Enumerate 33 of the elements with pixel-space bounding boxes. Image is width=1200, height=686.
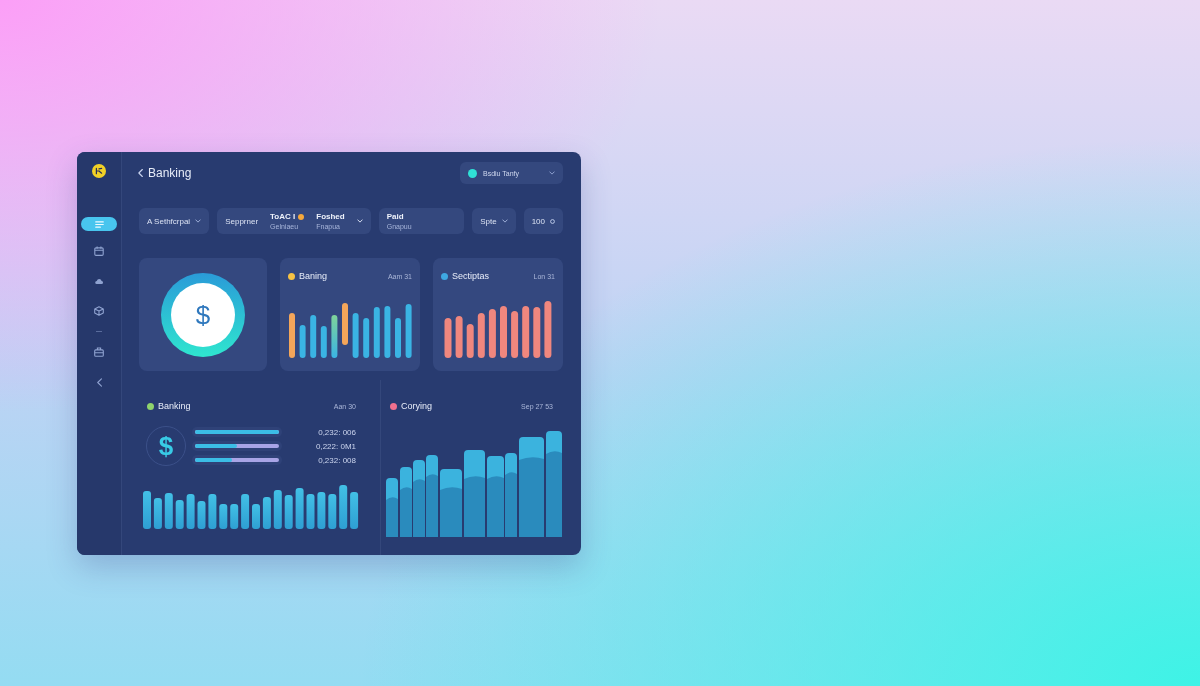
chevron-left-icon	[137, 169, 143, 177]
chevron-down-icon	[501, 219, 508, 223]
list-icon	[94, 220, 104, 228]
filter-value: ToAC I	[270, 211, 296, 222]
card-title: Banking	[158, 401, 191, 411]
chevron-down-icon	[549, 171, 555, 175]
calendar-icon	[94, 246, 104, 256]
dollar-sign: $	[195, 301, 211, 328]
reading-text: 0,222: 0M1	[315, 441, 356, 451]
chevron-down-icon	[356, 219, 363, 223]
ring-icon	[550, 218, 555, 224]
box-icon	[94, 306, 104, 316]
card-title: Corying	[401, 401, 432, 411]
reading-text: 0,232: 006	[318, 427, 356, 437]
filter-label: Sepprner	[225, 216, 259, 226]
count-selector[interactable]: 100	[523, 208, 563, 234]
page-title: Banking	[148, 166, 192, 180]
cloud-icon	[94, 277, 104, 285]
back-button[interactable]	[135, 166, 145, 180]
filter-dropdown[interactable]: A Sethfcrpai	[139, 208, 210, 234]
briefcase-icon	[94, 347, 104, 357]
dollar-sign: $	[158, 433, 174, 459]
filter-value: Paid	[386, 211, 405, 222]
filter-value: Foshed	[316, 211, 345, 222]
filter-dropdown[interactable]: Spte	[472, 208, 516, 234]
sidebar-nav-item[interactable]	[81, 217, 117, 231]
card-title: Baning	[299, 271, 328, 281]
card-title: Sectiptas	[452, 271, 490, 281]
chevron-down-icon	[195, 219, 202, 223]
reading-text: 0,232: 008	[318, 455, 356, 465]
logo-icon	[92, 164, 106, 178]
avatar-icon	[468, 168, 477, 178]
arrow-left-icon	[96, 377, 102, 387]
